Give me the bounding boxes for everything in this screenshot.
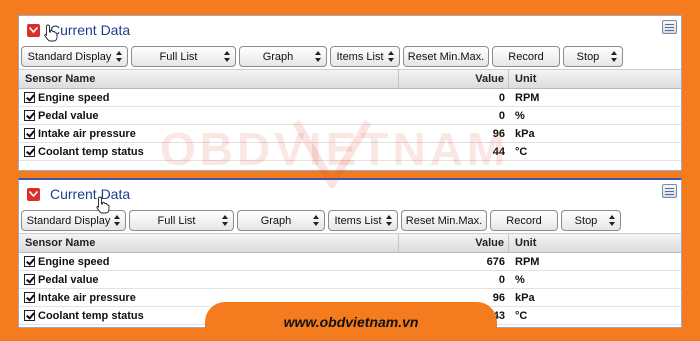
column-sensor-name[interactable]: Sensor Name	[19, 234, 399, 252]
sensor-name: Engine speed	[38, 255, 110, 268]
panel-menu-icon[interactable]	[662, 184, 677, 198]
sensor-value: 0	[498, 109, 505, 122]
sensor-name: Intake air pressure	[38, 127, 136, 140]
graph-select[interactable]: Graph	[237, 210, 325, 231]
sensor-unit: %	[515, 273, 525, 286]
column-value[interactable]: Value	[399, 70, 509, 88]
sensor-unit: %	[515, 109, 525, 122]
reset-min-max-button[interactable]: Reset Min.Max.	[403, 46, 489, 67]
sensor-value: 0	[498, 273, 505, 286]
sensor-unit: °C	[515, 309, 528, 322]
sensor-value: 44	[492, 145, 505, 158]
column-sensor-name[interactable]: Sensor Name	[19, 70, 399, 88]
sensor-name: Coolant temp status	[38, 145, 144, 158]
sensor-value: 96	[492, 127, 505, 140]
row-checkbox[interactable]	[24, 146, 35, 157]
panel-titlebar: Current Data	[19, 16, 681, 44]
sensor-name: Intake air pressure	[38, 291, 136, 304]
collapse-icon[interactable]	[27, 187, 40, 201]
sensor-name: Coolant temp status	[38, 309, 144, 322]
current-data-panel-1: Current Data Standard Display Full List …	[18, 15, 682, 171]
sensor-name: Pedal value	[38, 109, 99, 122]
panel-titlebar: Current Data	[19, 180, 681, 208]
table-row[interactable]: Pedal value 0 %	[19, 271, 681, 289]
sensor-unit: RPM	[515, 255, 540, 268]
column-unit[interactable]: Unit	[509, 234, 681, 252]
record-button[interactable]: Record	[492, 46, 560, 67]
table-row[interactable]: Pedal value 0 %	[19, 107, 681, 125]
graph-select[interactable]: Graph	[239, 46, 327, 67]
sensor-value: 0	[498, 91, 505, 104]
collapse-icon[interactable]	[27, 23, 40, 37]
record-button[interactable]: Record	[490, 210, 558, 231]
table-row[interactable]: Engine speed 0 RPM	[19, 89, 681, 107]
table-header: Sensor Name Value Unit	[19, 70, 681, 89]
table-row[interactable]: Coolant temp status 44 °C	[19, 143, 681, 161]
sensor-unit: kPa	[515, 291, 535, 304]
row-checkbox[interactable]	[24, 110, 35, 121]
sensor-value: 676	[486, 255, 505, 268]
sensor-unit: RPM	[515, 91, 540, 104]
row-checkbox[interactable]	[24, 128, 35, 139]
panel-title: Current Data	[50, 186, 131, 202]
list-mode-select[interactable]: Full List	[131, 46, 236, 67]
hand-cursor-icon	[96, 196, 110, 214]
panel-menu-icon[interactable]	[662, 20, 677, 34]
table-row[interactable]: Engine speed 676 RPM	[19, 253, 681, 271]
sensor-unit: kPa	[515, 127, 535, 140]
sensor-name: Engine speed	[38, 91, 110, 104]
website-banner: www.obdvietnam.vn	[205, 302, 497, 341]
row-checkbox[interactable]	[24, 92, 35, 103]
row-checkbox[interactable]	[24, 292, 35, 303]
items-list-select[interactable]: Items List	[330, 46, 400, 67]
column-unit[interactable]: Unit	[509, 70, 681, 88]
list-mode-select[interactable]: Full List	[129, 210, 234, 231]
row-checkbox[interactable]	[24, 274, 35, 285]
row-checkbox[interactable]	[24, 310, 35, 321]
table-row[interactable]: Intake air pressure 96 kPa	[19, 125, 681, 143]
reset-min-max-button[interactable]: Reset Min.Max.	[401, 210, 487, 231]
panel-toolbar: Standard Display Full List Graph Items L…	[19, 44, 681, 70]
display-mode-select[interactable]: Standard Display	[21, 46, 128, 67]
stop-select[interactable]: Stop	[561, 210, 621, 231]
sensor-unit: °C	[515, 145, 528, 158]
stop-select[interactable]: Stop	[563, 46, 623, 67]
items-list-select[interactable]: Items List	[328, 210, 398, 231]
panel-title: Current Data	[50, 22, 131, 38]
hand-cursor-icon	[44, 24, 58, 42]
table-header: Sensor Name Value Unit	[19, 234, 681, 253]
display-mode-select[interactable]: Standard Display	[21, 210, 126, 231]
panel-toolbar: Standard Display Full List Graph Items L…	[19, 208, 681, 234]
sensor-name: Pedal value	[38, 273, 99, 286]
row-checkbox[interactable]	[24, 256, 35, 267]
column-value[interactable]: Value	[399, 234, 509, 252]
